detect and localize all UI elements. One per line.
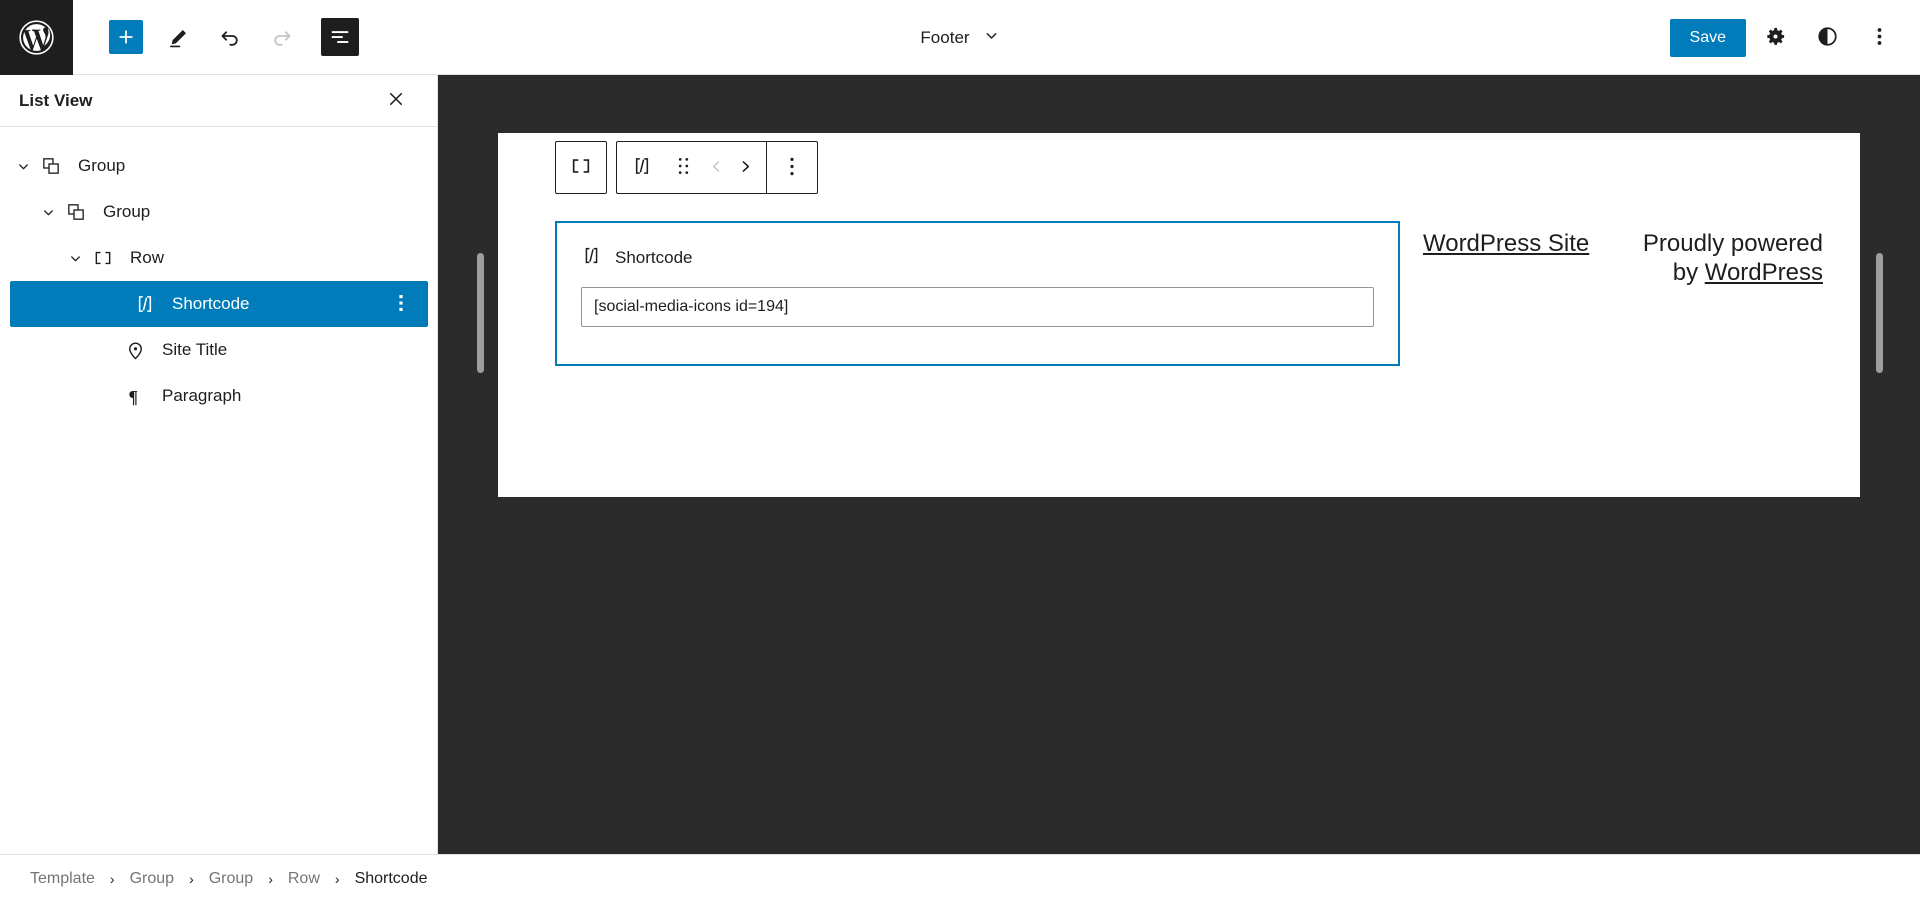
drag-block-handle[interactable]: [667, 142, 700, 193]
redo-button[interactable]: [258, 13, 306, 61]
plus-icon: [109, 20, 143, 54]
settings-button[interactable]: [1752, 15, 1798, 61]
chevron-right-icon: [737, 158, 754, 178]
row-icon: [88, 243, 118, 273]
block-tree: Group Group Row Shortcode Site Title ¶ P…: [0, 127, 437, 419]
breadcrumb-item-shortcode[interactable]: Shortcode: [353, 870, 430, 888]
styles-button[interactable]: [1804, 15, 1850, 61]
site-title-link[interactable]: WordPress Site: [1423, 230, 1589, 257]
undo-button[interactable]: [206, 13, 254, 61]
block-toolbar: [555, 141, 818, 194]
row-icon: [570, 155, 592, 180]
three-dots-vertical-icon: [790, 157, 794, 179]
drag-handle-dots-icon: [678, 157, 689, 178]
footer-columns: WordPress Site Proudly powered by WordPr…: [1423, 229, 1823, 288]
block-type-button[interactable]: [617, 142, 667, 193]
chevron-right-icon: ›: [109, 870, 115, 887]
wordpress-logo-icon: [18, 19, 55, 56]
chevron-right-icon: ›: [268, 870, 273, 887]
select-parent-row-button[interactable]: [556, 142, 606, 193]
shortcode-block-header: Shortcode: [581, 245, 1374, 271]
move-block-right-button[interactable]: [733, 142, 766, 193]
redo-icon: [270, 25, 294, 49]
block-toolbar-main: [616, 141, 818, 194]
shortcode-block[interactable]: Shortcode: [555, 221, 1400, 366]
list-item[interactable]: Site Title: [0, 327, 437, 373]
header-actions: Save: [1669, 0, 1902, 75]
close-x-icon: [387, 90, 405, 111]
list-view-title: List View: [19, 90, 93, 110]
shortcode-input[interactable]: [581, 287, 1374, 327]
shortcode-brackets-icon: [631, 155, 653, 180]
canvas-scrollbar-left[interactable]: [477, 253, 484, 373]
shortcode-brackets-icon: [581, 245, 602, 271]
list-item-label: Paragraph: [162, 386, 242, 405]
group-blocks-icon: [61, 197, 91, 227]
editor-header: Footer Save: [0, 0, 1920, 75]
save-button[interactable]: Save: [1669, 18, 1746, 57]
wordpress-link[interactable]: WordPress: [1705, 259, 1823, 286]
three-dots-vertical-icon: [1877, 25, 1882, 51]
list-item[interactable]: Row: [0, 235, 437, 281]
pencil-icon: [167, 26, 190, 49]
powered-by-paragraph: Proudly powered by WordPress: [1638, 229, 1823, 288]
three-dots-vertical-icon: [399, 294, 403, 315]
header-toolbar: [73, 13, 364, 61]
document-title-label: Footer: [920, 27, 970, 47]
editor-canvas-area: Shortcode WordPress Site Proudly powered…: [438, 75, 1920, 902]
move-block-left-button[interactable]: [700, 142, 733, 193]
list-item[interactable]: ¶ Paragraph: [0, 373, 437, 419]
list-view-icon: [321, 18, 359, 56]
powered-by-column: Proudly powered by WordPress: [1638, 229, 1823, 288]
gear-icon: [1764, 25, 1787, 51]
breadcrumb-item-row[interactable]: Row: [286, 870, 322, 888]
list-item-label: Group: [78, 156, 126, 175]
list-view-button[interactable]: [316, 13, 364, 61]
chevron-down-icon[interactable]: [10, 153, 36, 179]
svg-text:¶: ¶: [128, 387, 137, 407]
parent-block-selector[interactable]: [555, 141, 607, 194]
chevron-right-icon: ›: [189, 870, 194, 887]
chevron-down-icon: [983, 27, 1000, 49]
list-item-label: Row: [130, 248, 165, 267]
group-blocks-icon: [36, 151, 66, 181]
map-pin-icon: [120, 335, 150, 365]
list-view-panel: List View Group Group Row Shortcode Site…: [0, 75, 438, 902]
template-canvas: Shortcode WordPress Site Proudly powered…: [498, 133, 1860, 497]
list-item-options-button[interactable]: [388, 291, 414, 317]
shortcode-brackets-icon: [130, 289, 160, 319]
canvas-scrollbar-right[interactable]: [1876, 253, 1883, 373]
list-item-label: Group: [103, 202, 151, 221]
undo-icon: [218, 25, 242, 49]
edit-mode-button[interactable]: [154, 13, 202, 61]
shortcode-block-label: Shortcode: [615, 248, 693, 267]
document-title-button[interactable]: Footer: [910, 21, 1009, 55]
site-title-column: WordPress Site: [1423, 229, 1608, 288]
breadcrumb: Template › Group › Group › Row › Shortco…: [0, 854, 1920, 902]
breadcrumb-item-group-1[interactable]: Group: [128, 870, 176, 888]
list-item[interactable]: Group: [0, 189, 437, 235]
chevron-down-icon[interactable]: [62, 245, 88, 271]
list-item-shortcode[interactable]: Shortcode: [10, 281, 428, 327]
contrast-half-circle-icon: [1816, 25, 1839, 51]
list-item-label: Site Title: [162, 340, 228, 359]
breadcrumb-item-template[interactable]: Template: [28, 870, 97, 888]
pilcrow-icon: ¶: [120, 381, 150, 411]
chevron-right-icon: ›: [334, 870, 340, 887]
list-item-label: Shortcode: [172, 294, 250, 313]
block-options-button[interactable]: [767, 142, 817, 193]
list-view-header: List View: [0, 75, 437, 127]
breadcrumb-item-group-2[interactable]: Group: [207, 870, 255, 888]
chevron-down-icon[interactable]: [35, 199, 61, 225]
list-item[interactable]: Group: [0, 143, 437, 189]
wordpress-logo-button[interactable]: [0, 0, 73, 75]
chevron-left-icon: [708, 158, 725, 178]
add-block-button[interactable]: [102, 13, 150, 61]
close-list-view-button[interactable]: [380, 85, 412, 117]
more-options-button[interactable]: [1856, 15, 1902, 61]
